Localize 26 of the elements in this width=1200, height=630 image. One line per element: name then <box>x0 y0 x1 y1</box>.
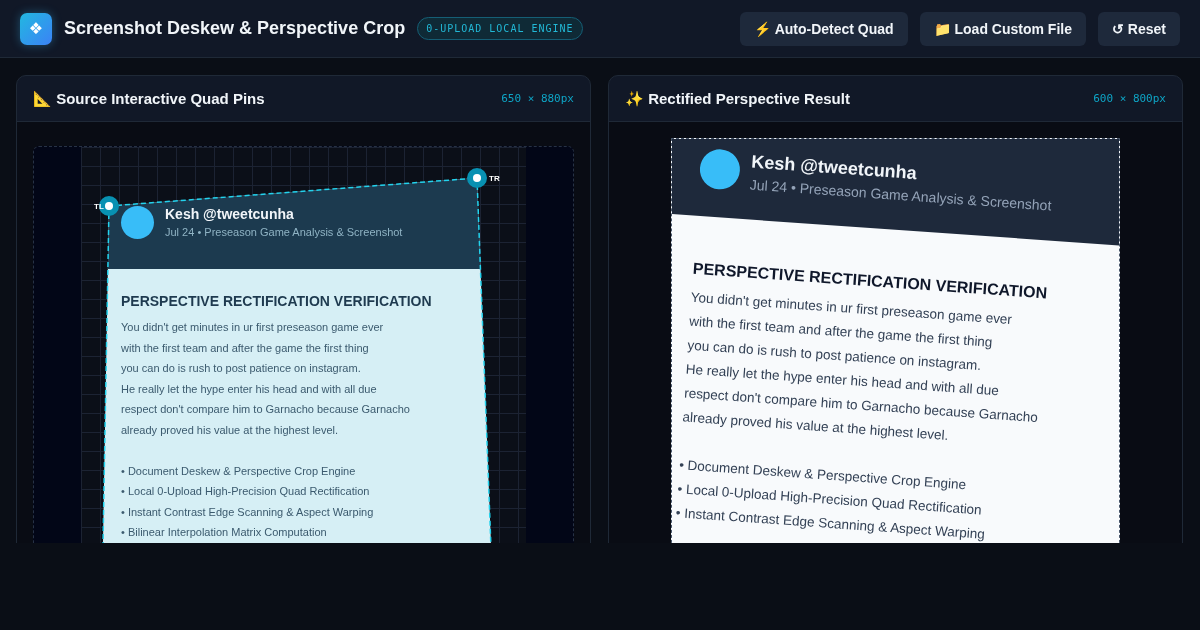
engine-badge: 0-UPLOAD LOCAL ENGINE <box>417 17 583 40</box>
pin-label: TR <box>489 174 500 183</box>
bullet-line: • Bilinear Interpolation Matrix Computation <box>121 525 328 540</box>
body-line: with the first team and after the game the first thing <box>121 340 370 356</box>
quad-pin[interactable] <box>467 168 487 188</box>
document-heading: PERSPECTIVE RECTIFICATION VERIFICATION <box>121 293 433 309</box>
pin-label: TL <box>94 202 104 211</box>
toolbar-button[interactable]: 📁 Load Custom File <box>919 11 1086 46</box>
post-meta: Jul 24 • Preseason Game Analysis & Screenshot <box>165 226 403 238</box>
bullet-line: • Document Deskew & Perspective Crop Engine <box>121 463 357 479</box>
panel-title: ✨ Rectified Perspective Result <box>625 89 850 108</box>
body-line: You didn't get minutes in ur first preseason game ever <box>121 320 385 335</box>
bullet-line: • Local 0-Upload High-Precision Quad Rectification <box>121 484 371 499</box>
panel-title: 📐 Source Interactive Quad Pins <box>33 89 265 108</box>
body-line: respect don't compare him to Garnacho because Garnacho <box>121 402 411 417</box>
dimensions-label: 650 × 880px <box>501 92 574 105</box>
author-name: Kesh @tweetcunha <box>165 206 295 222</box>
body-line: already proved his value at the highest level. <box>121 422 340 438</box>
body-line: you can do is rush to post patience on instagram. <box>121 361 362 376</box>
bullet-line: • Instant Contrast Edge Scanning & Aspect Warping <box>121 504 375 520</box>
toolbar-button[interactable]: ↺ Reset <box>1097 11 1180 46</box>
toolbar-button[interactable]: ⚡ Auto-Detect Quad <box>740 11 908 46</box>
body-line: He really let the hype enter his head and with all due <box>121 381 378 397</box>
app-logo: ❖ <box>20 12 52 45</box>
app-title: Screenshot Deskew & Perspective Crop <box>64 18 406 39</box>
dimensions-label: 600 × 800px <box>1093 92 1166 105</box>
